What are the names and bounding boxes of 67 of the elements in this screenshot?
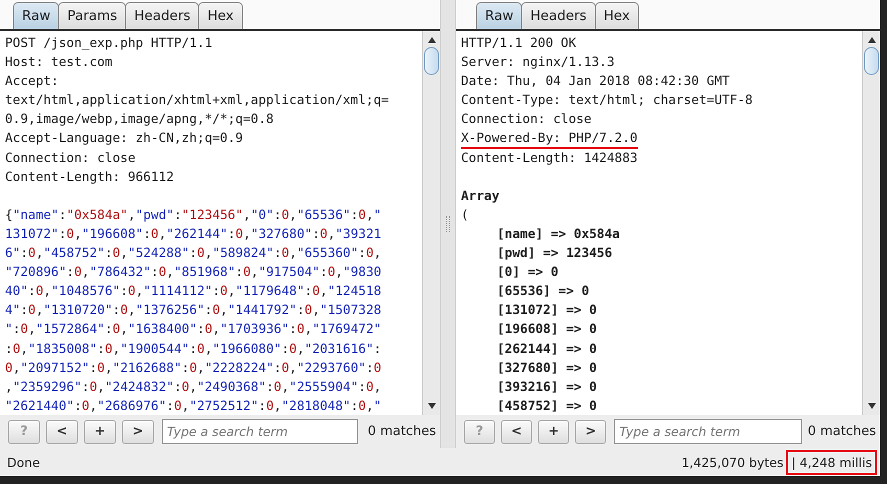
- response-header-line: Content-Type: text/html; charset=UTF-8: [461, 92, 753, 110]
- scroll-down-icon[interactable]: [426, 401, 436, 411]
- match-count: 0 matches: [368, 424, 436, 439]
- search-nav-button[interactable]: >: [122, 420, 154, 444]
- tab[interactable]: Headers: [125, 2, 200, 29]
- request-body-line: "2621440":0,"2686976":0,"2752512":0,"2818048":0,": [5, 398, 382, 415]
- array-title: Array: [461, 188, 500, 206]
- request-header-line: Accept-Language: zh-CN,zh;q=0.9: [5, 130, 243, 148]
- request-header-line: text/html,application/xhtml+xml,application/xml;q=: [5, 92, 389, 110]
- request-body-line: "720896":0,"786432":0,"851968":0,"917504":0,"9830: [5, 264, 382, 282]
- array-entry: [393216] => 0: [496, 378, 597, 397]
- search-field[interactable]: Type a search term: [614, 419, 802, 444]
- request-header-line: Accept:: [5, 73, 59, 92]
- request-header-line: Connection: close: [5, 150, 136, 168]
- response-time: | 4,248 millis: [786, 450, 877, 474]
- request-body-line: :0,"1835008":0,"1900544":0,"1966080":0,"2031616":: [5, 340, 382, 358]
- request-body-line: 131072":0,"196608":0,"262144":0,"327680":0,"39321: [5, 226, 382, 244]
- response-header-line: Connection: close: [461, 111, 592, 130]
- response-size: 1,425,070 bytes: [681, 454, 784, 470]
- search-nav-button[interactable]: +: [538, 420, 570, 444]
- match-count: 0 matches: [808, 424, 876, 439]
- splitter-grip[interactable]: [446, 216, 450, 232]
- array-entry: [262144] => 0: [496, 340, 597, 358]
- search-nav-button[interactable]: +: [84, 420, 116, 444]
- scrollbar[interactable]: [862, 31, 880, 415]
- array-entry: [131072] => 0: [496, 302, 597, 320]
- response-header-line: X-Powered-By: PHP/7.2.0: [461, 129, 638, 149]
- tab[interactable]: Headers: [521, 2, 596, 29]
- array-entry: [65536] => 0: [496, 283, 590, 302]
- scrollbar[interactable]: [422, 31, 440, 415]
- array-entry: [196608] => 0: [496, 321, 597, 340]
- search-nav-button[interactable]: >: [575, 420, 606, 444]
- request-body-line: 6":0,"458752":0,"524288":0,"589824":0,"655360":0,: [5, 245, 382, 264]
- array-bracket: (: [461, 206, 469, 225]
- scrollbar-thumb[interactable]: [424, 47, 439, 75]
- scroll-down-icon[interactable]: [866, 401, 876, 411]
- tab[interactable]: Raw: [476, 2, 522, 29]
- response-header-line: Date: Thu, 04 Jan 2018 08:42:30 GMT: [461, 73, 730, 92]
- request-body-line: ,"2359296":0,"2424832":0,"2490368":0,"2555904":0,: [5, 378, 382, 397]
- search-nav-button[interactable]: <: [46, 420, 78, 444]
- tab[interactable]: Hex: [198, 2, 243, 29]
- response-header-line: Server: nginx/1.13.3: [461, 54, 615, 72]
- request-body-line: {"name":"0x584a","pwd":"123456","0":0,"65536":0,": [5, 206, 382, 225]
- scroll-up-icon[interactable]: [866, 35, 876, 45]
- request-body-line: 0,"2097152":0,"2162688":0,"2228224":0,"2293760":0: [5, 360, 382, 378]
- request-header-line: Host: test.com: [5, 54, 112, 72]
- array-entry: [458752] => 0: [496, 398, 597, 415]
- search-field[interactable]: Type a search term: [162, 419, 358, 444]
- response-header-line: Content-Length: 1424883: [461, 150, 638, 168]
- tab[interactable]: Params: [58, 2, 126, 29]
- search-nav-button[interactable]: <: [501, 420, 532, 444]
- tab[interactable]: Raw: [13, 2, 60, 29]
- request-header-line: Content-Length: 966112: [5, 168, 174, 187]
- response-header-line: HTTP/1.1 200 OK: [461, 35, 576, 53]
- request-body-line: 40":0,"1048576":0,"1114112":0,"1179648":0,"124518: [5, 283, 382, 302]
- array-entry: [0] => 0: [496, 264, 558, 282]
- request-body-line: 4":0,"1310720":0,"1376256":0,"1441792":0,"1507328: [5, 302, 382, 320]
- array-entry: [pwd] => 123456: [496, 245, 612, 264]
- request-header-line: 0.9,image/webp,image/apng,*/*;q=0.8: [5, 111, 274, 130]
- array-entry: [name] => 0x584a: [496, 226, 620, 244]
- scrollbar-thumb[interactable]: [864, 47, 879, 75]
- request-header-line: POST /json_exp.php HTTP/1.1: [5, 35, 212, 53]
- request-body-line: ":0,"1572864":0,"1638400":0,"1703936":0,"1769472": [5, 321, 382, 340]
- status-text: Done: [7, 454, 40, 470]
- tab[interactable]: Hex: [594, 2, 639, 29]
- scroll-up-icon[interactable]: [426, 35, 436, 45]
- array-entry: [327680] => 0: [496, 360, 597, 378]
